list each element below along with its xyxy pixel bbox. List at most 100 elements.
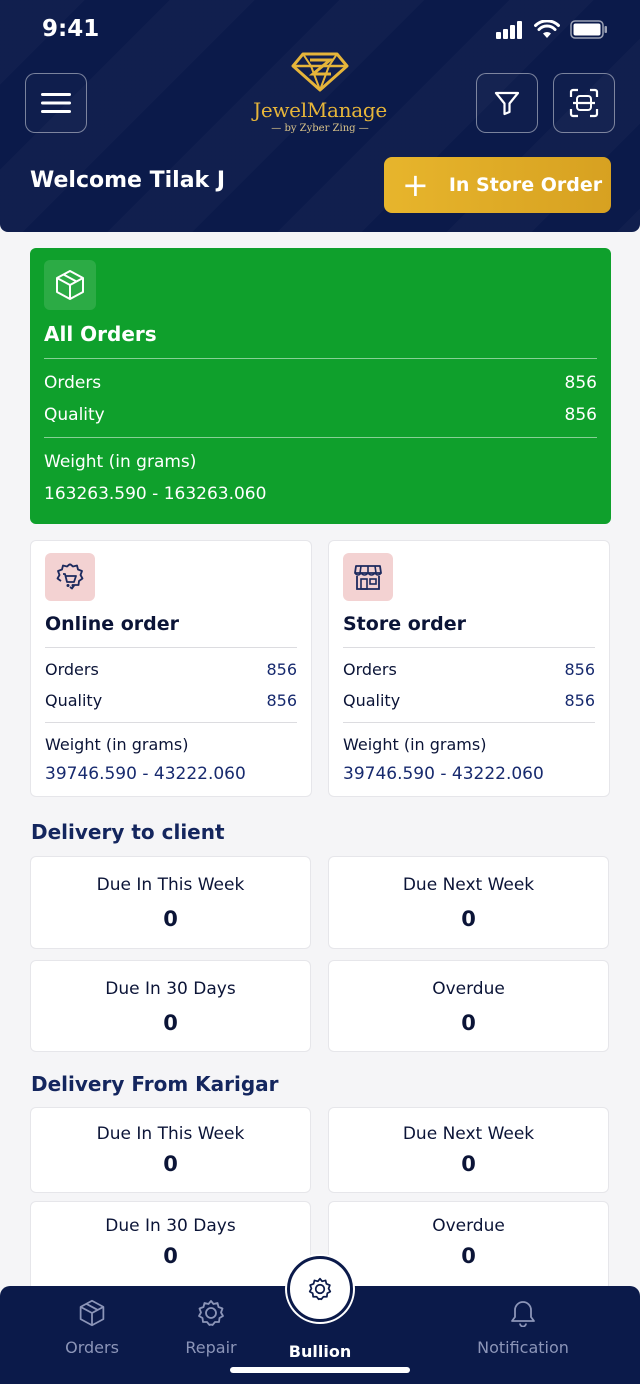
logo-name: JewelManage bbox=[253, 98, 387, 122]
app-header: 9:41 JewelManage — by Zyber Zing — Welco… bbox=[0, 0, 640, 232]
client-overdue-card[interactable]: Overdue 0 bbox=[328, 960, 609, 1052]
online-quality-row: Quality 856 bbox=[45, 691, 297, 710]
quality-value: 856 bbox=[266, 691, 297, 710]
weight-value: 39746.590 - 43222.060 bbox=[343, 764, 544, 784]
all-orders-title: All Orders bbox=[44, 322, 157, 346]
tab-repair[interactable]: Repair bbox=[151, 1298, 271, 1357]
in-store-order-button[interactable]: + In Store Order bbox=[384, 157, 611, 213]
due-label: Due In 30 Days bbox=[105, 1216, 236, 1236]
filter-button[interactable] bbox=[476, 73, 538, 133]
weight-label: Weight (in grams) bbox=[343, 735, 487, 754]
weight-value: 39746.590 - 43222.060 bbox=[45, 764, 246, 784]
divider bbox=[45, 722, 297, 723]
karigar-due-this-week-card[interactable]: Due In This Week 0 bbox=[30, 1107, 311, 1193]
menu-button[interactable] bbox=[25, 73, 87, 133]
signal-icon bbox=[496, 20, 522, 39]
gear-icon bbox=[198, 1300, 224, 1326]
gear-icon bbox=[308, 1277, 332, 1301]
divider bbox=[343, 722, 595, 723]
due-value: 0 bbox=[163, 1011, 178, 1035]
package-icon bbox=[79, 1299, 105, 1327]
tab-bullion[interactable]: Bullion bbox=[260, 1342, 380, 1361]
store-order-title: Store order bbox=[343, 613, 466, 635]
in-store-order-label: In Store Order bbox=[448, 174, 603, 196]
weight-label: Weight (in grams) bbox=[45, 735, 189, 754]
divider bbox=[44, 358, 597, 359]
plus-icon: + bbox=[402, 166, 429, 204]
due-label: Due Next Week bbox=[402, 875, 535, 895]
all-orders-orders-row: Orders 856 bbox=[44, 373, 597, 393]
battery-icon bbox=[570, 20, 607, 39]
orders-value: 856 bbox=[564, 373, 597, 393]
app-logo: JewelManage — by Zyber Zing — bbox=[240, 52, 400, 142]
client-due-this-week-card[interactable]: Due In This Week 0 bbox=[30, 856, 311, 949]
due-value: 0 bbox=[461, 1244, 476, 1268]
due-label: Overdue bbox=[432, 1216, 505, 1236]
gear-cart-icon bbox=[45, 553, 95, 601]
orders-value: 856 bbox=[266, 660, 297, 679]
orders-label: Orders bbox=[45, 660, 99, 679]
due-value: 0 bbox=[461, 1152, 476, 1176]
due-value: 0 bbox=[461, 907, 476, 931]
orders-label: Orders bbox=[44, 373, 102, 393]
due-label: Due In This Week bbox=[96, 875, 245, 895]
due-label: Due Next Week bbox=[402, 1124, 535, 1144]
due-value: 0 bbox=[163, 1244, 178, 1268]
due-value: 0 bbox=[163, 907, 178, 931]
divider bbox=[343, 647, 595, 648]
tab-bullion-label: Bullion bbox=[288, 1342, 352, 1361]
orders-value: 856 bbox=[564, 660, 595, 679]
divider bbox=[45, 647, 297, 648]
tab-orders[interactable]: Orders bbox=[32, 1298, 152, 1357]
storefront-icon bbox=[343, 553, 393, 601]
orders-label: Orders bbox=[343, 660, 397, 679]
package-icon bbox=[44, 260, 96, 310]
quality-label: Quality bbox=[343, 691, 401, 710]
tab-notification-label: Notification bbox=[477, 1338, 569, 1357]
due-label: Due In 30 Days bbox=[105, 979, 236, 999]
karigar-due-next-week-card[interactable]: Due Next Week 0 bbox=[328, 1107, 609, 1193]
online-orders-row: Orders 856 bbox=[45, 660, 297, 679]
all-orders-quality-row: Quality 856 bbox=[44, 405, 597, 425]
due-label: Overdue bbox=[432, 979, 505, 999]
client-due-30-days-card[interactable]: Due In 30 Days 0 bbox=[30, 960, 311, 1052]
status-icons bbox=[496, 20, 608, 39]
delivery-from-karigar-title: Delivery From Karigar bbox=[31, 1072, 279, 1096]
weight-value: 163263.590 - 163263.060 bbox=[44, 484, 267, 504]
all-orders-card[interactable]: All Orders Orders 856 Quality 856 Weight… bbox=[30, 248, 611, 524]
status-time: 9:41 bbox=[42, 16, 100, 42]
divider bbox=[44, 437, 597, 438]
status-bar: 9:41 bbox=[0, 0, 640, 58]
due-value: 0 bbox=[163, 1152, 178, 1176]
wifi-icon bbox=[534, 20, 560, 38]
store-quality-row: Quality 856 bbox=[343, 691, 595, 710]
store-orders-row: Orders 856 bbox=[343, 660, 595, 679]
store-order-card[interactable]: Store order Orders 856 Quality 856 Weigh… bbox=[328, 540, 610, 797]
filter-icon bbox=[494, 91, 520, 116]
welcome-text: Welcome Tilak J bbox=[30, 168, 226, 193]
scan-button[interactable] bbox=[553, 73, 615, 133]
bullion-center-button[interactable] bbox=[287, 1256, 353, 1322]
quality-label: Quality bbox=[44, 405, 105, 425]
tab-notification[interactable]: Notification bbox=[463, 1298, 583, 1357]
due-label: Due In This Week bbox=[96, 1124, 245, 1144]
karigar-due-30-days-card[interactable]: Due In 30 Days 0 bbox=[30, 1201, 311, 1291]
quality-label: Quality bbox=[45, 691, 103, 710]
online-order-title: Online order bbox=[45, 613, 180, 635]
tab-repair-label: Repair bbox=[185, 1338, 237, 1357]
bell-icon bbox=[511, 1301, 535, 1327]
weight-label: Weight (in grams) bbox=[44, 452, 197, 472]
logo-subtitle: — by Zyber Zing — bbox=[271, 123, 369, 134]
home-indicator[interactable] bbox=[230, 1367, 410, 1373]
quality-value: 856 bbox=[564, 405, 597, 425]
karigar-overdue-card[interactable]: Overdue 0 bbox=[328, 1201, 609, 1291]
online-order-card[interactable]: Online order Orders 856 Quality 856 Weig… bbox=[30, 540, 312, 797]
diamond-logo-icon bbox=[291, 52, 349, 92]
quality-value: 856 bbox=[564, 691, 595, 710]
hamburger-menu-icon bbox=[41, 93, 71, 113]
due-value: 0 bbox=[461, 1011, 476, 1035]
client-due-next-week-card[interactable]: Due Next Week 0 bbox=[328, 856, 609, 949]
tab-orders-label: Orders bbox=[65, 1338, 119, 1357]
scan-icon bbox=[569, 88, 599, 118]
delivery-to-client-title: Delivery to client bbox=[31, 820, 225, 844]
